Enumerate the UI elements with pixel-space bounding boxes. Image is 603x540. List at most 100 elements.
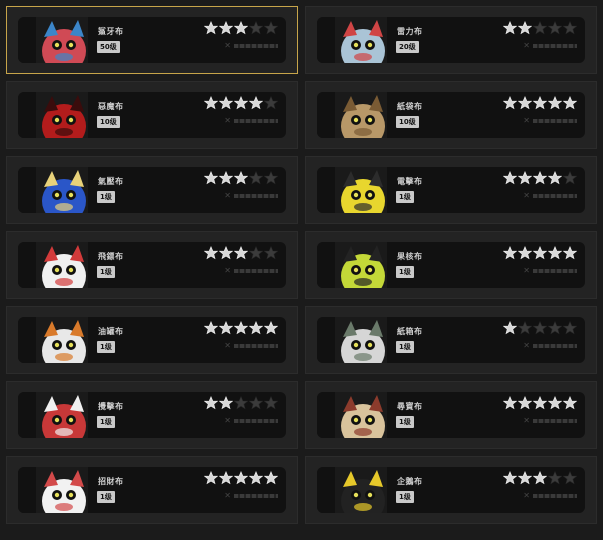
character-name: 油罐布 — [98, 327, 124, 336]
star-filled-icon — [503, 321, 517, 335]
card-inner-panel: 鯊牙布 50级 ✕ — [18, 17, 286, 63]
fragment-icon: ✕ — [523, 41, 530, 50]
character-avatar-icon — [341, 20, 385, 63]
character-card[interactable]: 紙箱布 1级 ✕ — [305, 306, 597, 374]
character-card[interactable]: 飛鏢布 1级 ✕ — [6, 231, 298, 299]
character-avatar-icon — [341, 95, 385, 138]
character-card[interactable]: 果核布 1级 ✕ — [305, 231, 597, 299]
star-filled-icon — [503, 246, 517, 260]
level-badge: 10级 — [97, 116, 120, 128]
character-name: 果核布 — [397, 252, 423, 261]
card-inner-panel: 雷力布 20级 ✕ — [317, 17, 585, 63]
character-card[interactable]: 紙袋布 10级 ✕ — [305, 81, 597, 149]
character-name: 紙箱布 — [397, 327, 423, 336]
fragment-icon: ✕ — [224, 341, 231, 350]
character-card[interactable]: 雷力布 20级 ✕ — [305, 6, 597, 74]
character-portrait — [18, 92, 88, 138]
card-inner-panel: 惡魔布 10级 ✕ — [18, 92, 286, 138]
fragment-progress: ✕ — [224, 42, 278, 50]
character-card[interactable]: 鯊牙布 50级 ✕ — [6, 6, 298, 74]
fragment-progress: ✕ — [523, 192, 577, 200]
star-empty-icon — [264, 96, 278, 110]
star-filled-icon — [503, 21, 517, 35]
character-card-grid: 鯊牙布 50级 ✕ 雷力布 20级 ✕ 惡魔布 10级 ✕ 紙袋布 10级 ✕ 氣壓布 1级 ✕ 電擊布 1级 ✕… — [6, 6, 597, 524]
character-name: 飛鏢布 — [98, 252, 124, 261]
star-filled-icon — [518, 21, 532, 35]
star-filled-icon — [234, 96, 248, 110]
card-inner-panel: 飛鏢布 1级 ✕ — [18, 242, 286, 288]
fragment-icon: ✕ — [523, 341, 530, 350]
star-filled-icon — [204, 321, 218, 335]
star-rating — [503, 171, 577, 185]
character-card[interactable]: 攪擊布 1级 ✕ — [6, 381, 298, 449]
star-empty-icon — [264, 246, 278, 260]
level-badge: 1级 — [97, 266, 115, 278]
character-card[interactable]: 油罐布 1级 ✕ — [6, 306, 298, 374]
star-rating — [503, 246, 577, 260]
star-rating — [204, 396, 278, 410]
character-name: 氣壓布 — [98, 177, 124, 186]
star-filled-icon — [219, 171, 233, 185]
level-badge: 20级 — [396, 41, 419, 53]
character-avatar-icon — [42, 245, 86, 288]
star-filled-icon — [533, 246, 547, 260]
character-portrait — [317, 317, 387, 363]
fragment-bar — [533, 119, 577, 123]
star-filled-icon — [204, 96, 218, 110]
fragment-bar — [234, 119, 278, 123]
character-avatar-icon — [341, 170, 385, 213]
character-avatar-icon — [341, 245, 385, 288]
star-rating — [503, 321, 577, 335]
fragment-progress: ✕ — [523, 492, 577, 500]
star-filled-icon — [249, 471, 263, 485]
star-empty-icon — [264, 396, 278, 410]
character-avatar-icon — [42, 170, 86, 213]
star-rating — [204, 171, 278, 185]
star-filled-icon — [234, 471, 248, 485]
character-portrait — [317, 242, 387, 288]
character-name: 企鵝布 — [397, 477, 423, 486]
fragment-progress: ✕ — [224, 267, 278, 275]
character-card[interactable]: 電擊布 1级 ✕ — [305, 156, 597, 224]
star-empty-icon — [563, 21, 577, 35]
character-avatar-icon — [42, 20, 86, 63]
character-name: 惡魔布 — [98, 102, 124, 111]
star-filled-icon — [219, 321, 233, 335]
star-filled-icon — [219, 96, 233, 110]
character-avatar-icon — [42, 470, 86, 513]
star-filled-icon — [518, 396, 532, 410]
character-portrait — [317, 392, 387, 438]
star-rating — [503, 96, 577, 110]
character-name: 雷力布 — [397, 27, 423, 36]
fragment-icon: ✕ — [224, 491, 231, 500]
star-empty-icon — [249, 396, 263, 410]
character-portrait — [18, 467, 88, 513]
fragment-progress: ✕ — [523, 342, 577, 350]
star-filled-icon — [533, 471, 547, 485]
character-card[interactable]: 惡魔布 10级 ✕ — [6, 81, 298, 149]
character-card[interactable]: 招財布 1级 ✕ — [6, 456, 298, 524]
fragment-bar — [234, 269, 278, 273]
fragment-icon: ✕ — [523, 116, 530, 125]
character-portrait — [18, 317, 88, 363]
character-card[interactable]: 氣壓布 1级 ✕ — [6, 156, 298, 224]
star-filled-icon — [204, 171, 218, 185]
card-inner-panel: 企鵝布 1级 ✕ — [317, 467, 585, 513]
character-portrait — [18, 392, 88, 438]
card-inner-panel: 尋寶布 1级 ✕ — [317, 392, 585, 438]
star-filled-icon — [234, 171, 248, 185]
fragment-progress: ✕ — [224, 342, 278, 350]
character-name: 鯊牙布 — [98, 27, 124, 36]
star-filled-icon — [234, 21, 248, 35]
level-badge: 50级 — [97, 41, 120, 53]
star-filled-icon — [249, 321, 263, 335]
character-card[interactable]: 尋寶布 1级 ✕ — [305, 381, 597, 449]
star-empty-icon — [249, 246, 263, 260]
star-filled-icon — [204, 21, 218, 35]
fragment-progress: ✕ — [224, 192, 278, 200]
fragment-progress: ✕ — [523, 42, 577, 50]
card-inner-panel: 電擊布 1级 ✕ — [317, 167, 585, 213]
level-badge: 1级 — [97, 416, 115, 428]
character-card[interactable]: 企鵝布 1级 ✕ — [305, 456, 597, 524]
star-empty-icon — [563, 171, 577, 185]
